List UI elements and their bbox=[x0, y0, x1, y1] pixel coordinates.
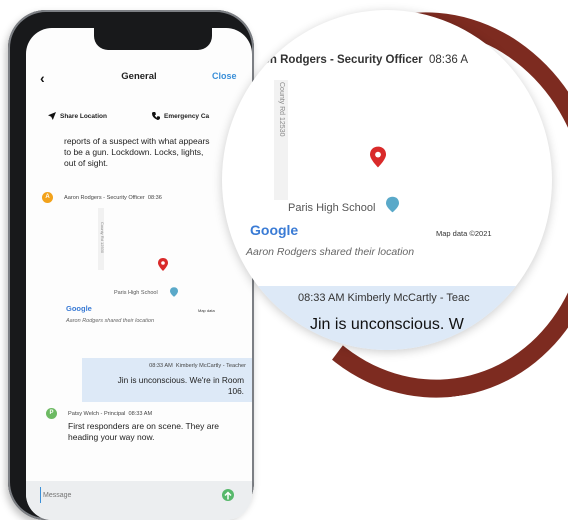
phone-screen: ‹ General Close Share Location Emergency… bbox=[26, 28, 252, 520]
map-road-label: County Rd 12530 bbox=[100, 222, 105, 254]
emergency-call-label: Emergency Ca bbox=[164, 112, 210, 120]
phone-notch bbox=[94, 28, 212, 50]
share-location-label: Share Location bbox=[60, 112, 107, 120]
zoom-sender: aron Rodgers - Security Officer bbox=[252, 54, 423, 66]
send-button[interactable] bbox=[222, 489, 234, 501]
time-kimberly: 08:33 AM bbox=[149, 363, 173, 369]
phone-icon bbox=[152, 112, 160, 120]
arrow-up-icon bbox=[224, 491, 232, 500]
message-text-patsy: First responders are on scene. They are … bbox=[68, 421, 220, 442]
location-caption: Aaron Rodgers shared their location bbox=[66, 318, 155, 324]
chat-header: ‹ General Close bbox=[26, 68, 252, 98]
time-patsy: 08:33 AM bbox=[128, 411, 153, 417]
zoom-bubble-text: Jin is unconscious. W bbox=[310, 316, 464, 333]
zoom-school-pin-icon bbox=[386, 196, 399, 213]
close-button[interactable]: Close bbox=[212, 71, 237, 81]
emergency-call-button[interactable]: Emergency Ca bbox=[152, 112, 209, 120]
location-map[interactable]: County Rd 12530 Paris High School bbox=[64, 208, 252, 308]
message-meta-patsy: Patsy Welch - Principal 08:33 AM bbox=[68, 411, 152, 417]
zoom-map-data-label: Map data ©2021 bbox=[436, 229, 492, 238]
message-text-lockdown: reports of a suspect with what appears t… bbox=[64, 136, 210, 168]
zoom-location-caption: Aaron Rodgers shared their location bbox=[246, 246, 415, 258]
message-bubble-kimberly: 08:33 AM Kimberly McCartly - Teacher Jin… bbox=[82, 358, 252, 402]
location-arrow-icon bbox=[48, 112, 56, 120]
message-text-kimberly: Jin is unconscious. We're in Room 106. bbox=[117, 375, 244, 396]
zoom-bubble-meta: 08:33 AM Kimberly McCartly - Teac bbox=[298, 292, 470, 304]
zoom-time: 08:36 A bbox=[429, 54, 469, 66]
avatar-patsy: P bbox=[46, 408, 57, 419]
sender-aaron: Aaron Rodgers - Security Officer bbox=[64, 195, 145, 201]
phone-frame: ‹ General Close Share Location Emergency… bbox=[8, 10, 254, 520]
zoom-bubble-kimberly: 08:33 AM Kimberly McCartly - Teac Jin is… bbox=[258, 286, 552, 350]
zoom-google-logo: Google bbox=[250, 222, 299, 238]
sender-kimberly: Kimberly McCartly - Teacher bbox=[175, 363, 246, 369]
map-data-label: Map data bbox=[198, 308, 215, 313]
school-pin-icon bbox=[170, 287, 178, 297]
avatar-aaron: A bbox=[42, 192, 53, 203]
zoom-road-label: County Rd 12530 bbox=[278, 82, 285, 137]
google-logo: Google bbox=[66, 304, 92, 313]
zoom-place-label: Paris High School bbox=[288, 202, 376, 214]
message-input-bar bbox=[26, 481, 252, 520]
message-meta-kimberly: 08:33 AM Kimberly McCartly - Teacher bbox=[149, 363, 246, 369]
map-place-label: Paris High School bbox=[114, 290, 158, 296]
zoom-map-pin-icon bbox=[370, 146, 386, 168]
sender-patsy: Patsy Welch - Principal bbox=[68, 411, 126, 417]
message-meta-aaron: Aaron Rodgers - Security Officer 08:36 bbox=[64, 195, 162, 201]
time-aaron: 08:36 bbox=[147, 195, 162, 201]
map-pin-icon bbox=[158, 258, 168, 271]
zoom-magnifier: aron Rodgers - Security Officer 08:36 A … bbox=[222, 10, 552, 350]
zoom-sender-line: aron Rodgers - Security Officer 08:36 A bbox=[252, 54, 468, 66]
message-input[interactable] bbox=[40, 487, 193, 503]
share-location-button[interactable]: Share Location bbox=[48, 112, 107, 120]
